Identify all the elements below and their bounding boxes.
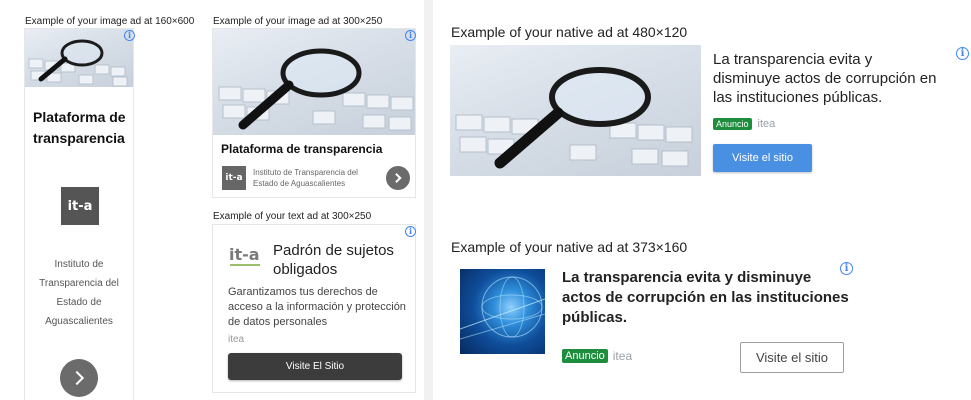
advertiser-name: Instituto de Transparencia del Estado de… bbox=[253, 168, 358, 188]
ad-description: Garantizamos tus derechos de acceso a la… bbox=[228, 286, 406, 328]
ad-headline[interactable]: Padrón de sujetos obligados bbox=[273, 241, 413, 279]
advertiser-name: itea bbox=[612, 349, 633, 363]
magnifier-keyboard-image bbox=[450, 45, 701, 176]
advertiser-name: Instituto de Transparencia del Estado de… bbox=[39, 259, 119, 327]
ad-previews-right-panel: Example of your native ad at 480×120 La … bbox=[433, 0, 971, 400]
visit-site-button[interactable]: Visite el sitio bbox=[740, 342, 844, 373]
caption-native-ad-480x120: Example of your native ad at 480×120 bbox=[451, 24, 688, 40]
caption-image-ad-300x250: Example of your image ad at 300×250 bbox=[213, 16, 383, 27]
chevron-right-icon bbox=[69, 370, 85, 386]
ad-badge: Anuncio bbox=[562, 349, 608, 363]
caption-text-ad-300x250: Example of your text ad at 300×250 bbox=[213, 211, 372, 222]
chevron-right-icon bbox=[391, 173, 402, 183]
magnifier-keyboard-image bbox=[25, 29, 133, 87]
magnifier-keyboard-image bbox=[213, 29, 415, 135]
info-icon[interactable]: i bbox=[405, 30, 416, 41]
caption-native-ad-373x160: Example of your native ad at 373×160 bbox=[451, 239, 688, 255]
itea-logo: it-a bbox=[61, 187, 99, 225]
caption-image-ad-160x600: Example of your image ad at 160×600 bbox=[25, 16, 195, 27]
ad-title: Plataforma de transparencia bbox=[221, 142, 383, 156]
next-arrow-button[interactable] bbox=[386, 166, 410, 190]
next-arrow-button[interactable] bbox=[60, 359, 98, 397]
ad-headline[interactable]: La transparencia evita y disminuye actos… bbox=[713, 50, 938, 107]
info-icon[interactable]: i bbox=[124, 30, 135, 41]
ad-badge: Anuncio bbox=[713, 118, 752, 130]
advertiser-name: itea bbox=[757, 118, 776, 130]
ad-previews-left-panel: Example of your image ad at 160×600 Exam… bbox=[0, 0, 424, 400]
advertiser-name: itea bbox=[228, 334, 245, 345]
text-ad-300x250[interactable]: i it-a Padrón de sujetos obligados Garan… bbox=[212, 224, 416, 393]
image-ad-300x250[interactable]: i Plataforma de transparencia it-a Insti… bbox=[212, 28, 416, 198]
itea-logo: it-a bbox=[229, 245, 260, 264]
ad-headline[interactable]: La transparencia evita y disminuye actos… bbox=[562, 268, 852, 328]
image-ad-160x600[interactable]: i Plataforma de transparencia it-a Insti… bbox=[24, 28, 135, 400]
itea-logo: it-a bbox=[222, 166, 246, 190]
ad-attribution: Anuncio itea bbox=[562, 349, 632, 363]
ad-title: Plataforma de transparencia bbox=[33, 109, 126, 146]
visit-site-button[interactable]: Visite el sitio bbox=[713, 144, 812, 172]
ad-attribution: Anuncio itea bbox=[713, 118, 775, 130]
info-icon[interactable]: i bbox=[405, 226, 416, 237]
info-icon[interactable]: i bbox=[956, 47, 969, 60]
digital-globe-image bbox=[460, 269, 545, 354]
visit-site-button[interactable]: Visite El Sitio bbox=[228, 353, 402, 380]
logo-underline bbox=[230, 264, 260, 266]
info-icon[interactable]: i bbox=[840, 262, 853, 275]
